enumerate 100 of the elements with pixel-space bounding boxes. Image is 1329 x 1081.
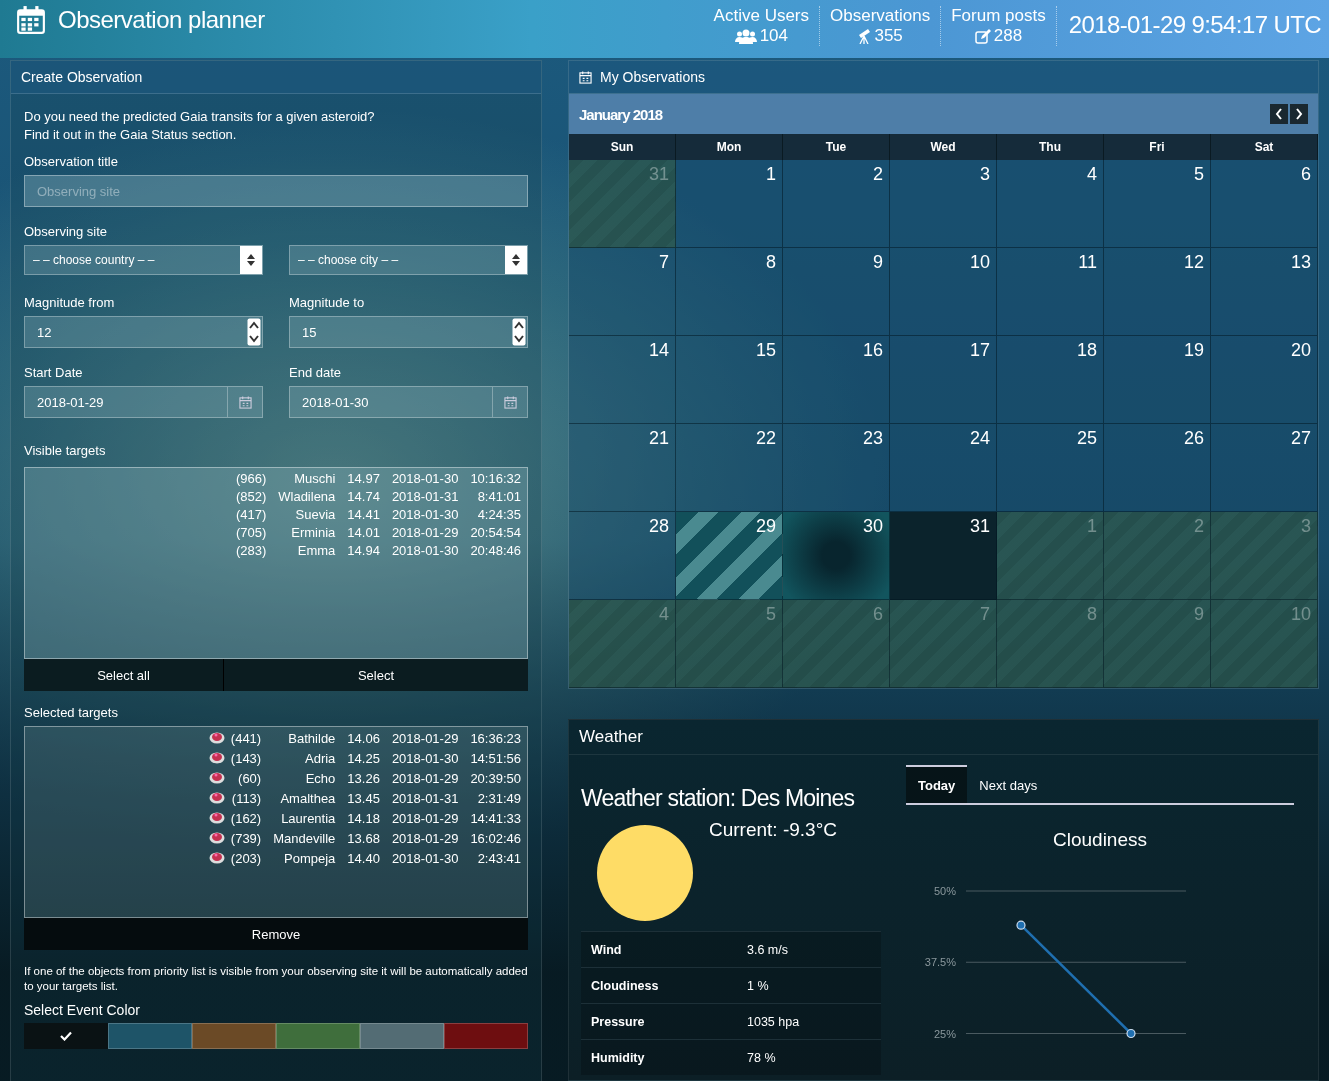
target-row[interactable]: (60) Echo 13.26 2018-01-29 20:39:50 — [208, 769, 527, 789]
target-row[interactable]: (417) Suevia 14.41 2018-01-30 4:24:35 — [229, 506, 527, 524]
target-row[interactable]: (162) Laurentia 14.18 2018-01-29 14:41:33 — [208, 809, 527, 829]
day-cell[interactable]: 23 — [783, 424, 890, 512]
calendar-icon[interactable] — [238, 395, 252, 409]
color-swatch[interactable] — [108, 1023, 192, 1049]
color-swatch[interactable] — [24, 1023, 108, 1049]
day-cell[interactable]: 22 — [676, 424, 783, 512]
day-cell[interactable]: 31 — [890, 512, 997, 600]
panel-title: Weather — [579, 727, 643, 747]
day-cell[interactable]: 29 — [676, 512, 783, 600]
day-cell[interactable]: 15 — [676, 336, 783, 424]
remove-button[interactable]: Remove — [24, 918, 528, 950]
field-label: End date — [289, 365, 343, 380]
target-row[interactable]: (143) Adria 14.25 2018-01-30 14:51:56 — [208, 749, 527, 769]
target-row[interactable]: (966) Muschi 14.97 2018-01-30 10:16:32 — [229, 470, 527, 488]
detail-label: Pressure — [581, 1003, 737, 1040]
spinner-icon[interactable] — [247, 318, 261, 346]
target-row[interactable]: (739) Mandeville 13.68 2018-01-29 16:02:46 — [208, 829, 527, 849]
field-label: Observing site — [24, 224, 109, 239]
target-row[interactable]: (705) Erminia 14.01 2018-01-29 20:54:54 — [229, 524, 527, 542]
day-cell[interactable]: 8 — [676, 248, 783, 336]
day-cell[interactable]: 9 — [783, 248, 890, 336]
city-select[interactable]: – – choose city – – — [289, 245, 528, 275]
color-swatch[interactable] — [360, 1023, 444, 1049]
weekday-header: Mon — [676, 134, 783, 160]
day-cell[interactable]: 16 — [783, 336, 890, 424]
intro-text: Do you need the predicted Gaia transits for a given asteroid? Find it out in the Gaia Status section. — [24, 108, 376, 144]
stat-value: 104 — [759, 26, 788, 46]
target-row[interactable]: (113) Amalthea 13.45 2018-01-31 2:31:49 — [208, 789, 527, 809]
detail-label: Wind — [581, 931, 737, 968]
stat-label: Observations — [830, 6, 931, 26]
target-row[interactable]: (203) Pompeja 14.40 2018-01-30 2:43:41 — [208, 849, 527, 869]
day-cell[interactable]: 25 — [997, 424, 1104, 512]
day-cell[interactable]: 3 — [890, 160, 997, 248]
day-cell[interactable]: 30 — [783, 512, 890, 600]
country-select[interactable]: – – choose country – – — [24, 245, 263, 275]
target-row[interactable]: (283) Emma 14.94 2018-01-30 20:48:46 — [229, 542, 527, 560]
date-field[interactable]: 2018-01-30 — [289, 386, 528, 418]
field-label: Magnitude from — [24, 295, 116, 310]
number-field[interactable]: 12 — [24, 316, 263, 348]
app-title: Observation planner — [58, 6, 265, 34]
day-cell[interactable]: 24 — [890, 424, 997, 512]
day-cell[interactable]: 27 — [1211, 424, 1318, 512]
target-row[interactable]: (852) Wladilena 14.74 2018-01-31 8:41:01 — [229, 488, 527, 506]
day-cell[interactable]: 4 — [997, 160, 1104, 248]
weather-tab[interactable]: Next days — [967, 765, 1050, 803]
sort-arrows-icon — [505, 246, 527, 274]
color-swatch[interactable] — [192, 1023, 276, 1049]
select-all-button[interactable]: Select all — [24, 659, 224, 691]
target-row[interactable]: (441) Bathilde 14.06 2018-01-29 16:36:23 — [208, 729, 527, 749]
calendar-icon[interactable] — [503, 395, 517, 409]
day-cell[interactable]: 13 — [1211, 248, 1318, 336]
previous-button[interactable] — [1270, 104, 1288, 124]
weekday-header: Tue — [783, 134, 890, 160]
day-cell[interactable]: 18 — [997, 336, 1104, 424]
day-cell[interactable]: 11 — [997, 248, 1104, 336]
station-title: Weather station: Des Moines — [581, 784, 855, 813]
calendar-icon — [579, 70, 592, 84]
day-cell[interactable]: 26 — [1104, 424, 1211, 512]
field-label: Magnitude to — [289, 295, 366, 310]
weekday-header: Sat — [1211, 134, 1318, 160]
detail-label: Cloudiness — [581, 967, 737, 1004]
stat-label: Active Users — [713, 6, 810, 26]
day-cell[interactable]: 1 — [676, 160, 783, 248]
next-button[interactable] — [1290, 104, 1308, 124]
date-field[interactable]: 2018-01-29 — [24, 386, 263, 418]
field-label: Select Event Color — [24, 1002, 141, 1018]
day-cell[interactable]: 6 — [1211, 160, 1318, 248]
sort-arrows-icon — [240, 246, 262, 274]
day-cell[interactable]: 14 — [569, 336, 676, 424]
select-button[interactable]: Select — [224, 659, 528, 691]
weather-tab[interactable]: Today — [906, 765, 968, 803]
day-cell[interactable]: 12 — [1104, 248, 1211, 336]
day-cell[interactable]: 20 — [1211, 336, 1318, 424]
calendar-icon — [16, 5, 46, 35]
priority-note: If one of the objects from priority list is visible from your observing site it will be automatically added to your targets list. — [24, 964, 528, 994]
day-cell[interactable]: 28 — [569, 512, 676, 600]
number-field[interactable]: 15 — [289, 316, 528, 348]
detail-value: 78 % — [737, 1039, 881, 1075]
day-cell[interactable]: 10 — [890, 248, 997, 336]
edit-icon — [974, 28, 991, 44]
detail-value: 1 % — [737, 967, 881, 1004]
detail-label: Humidity — [581, 1039, 737, 1075]
color-swatch[interactable] — [276, 1023, 360, 1049]
day-cell[interactable]: 7 — [569, 248, 676, 336]
field-label: Visible targets — [24, 443, 107, 458]
day-cell[interactable]: 5 — [1104, 160, 1211, 248]
day-cell[interactable]: 21 — [569, 424, 676, 512]
month-title: January 2018 — [579, 105, 663, 123]
day-cell[interactable]: 17 — [890, 336, 997, 424]
color-swatch[interactable] — [444, 1023, 528, 1049]
panel-title: Create Observation — [21, 69, 143, 85]
telescope-icon — [857, 28, 872, 44]
title-field[interactable]: Observing site — [24, 175, 528, 207]
day-cell[interactable]: 2 — [783, 160, 890, 248]
field-label: Start Date — [24, 365, 84, 380]
weekday-header: Sun — [569, 134, 676, 160]
spinner-icon[interactable] — [512, 318, 526, 346]
day-cell[interactable]: 19 — [1104, 336, 1211, 424]
